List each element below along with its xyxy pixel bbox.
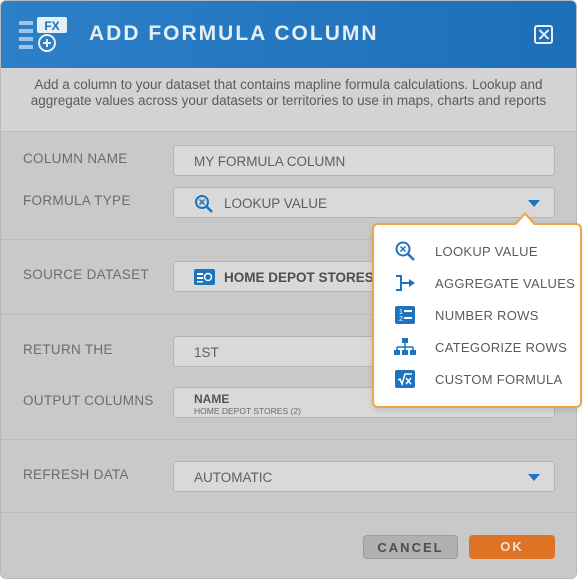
svg-text:2: 2 — [399, 316, 403, 323]
lookup-icon — [195, 195, 213, 213]
column-name-value: MY FORMULA COLUMN — [194, 154, 346, 169]
output-column-name: NAME — [194, 392, 230, 406]
menu-item-label: AGGREGATE VALUES — [435, 276, 576, 291]
menu-item-lookup-value[interactable]: LOOKUP VALUE — [374, 235, 580, 267]
source-dataset-value: HOME DEPOT STORES — [224, 270, 374, 285]
dialog-header: FX ADD FORMULA COLUMN — [1, 1, 576, 68]
dialog-title: ADD FORMULA COLUMN — [89, 22, 379, 45]
formula-type-value: LOOKUP VALUE — [224, 196, 328, 211]
logo-text: FX — [44, 19, 59, 33]
dataset-icon — [194, 269, 215, 285]
formula-column-logo-icon: FX — [19, 17, 67, 52]
menu-item-label: CUSTOM FORMULA — [435, 372, 563, 387]
custom-formula-icon — [395, 370, 415, 388]
menu-item-label: LOOKUP VALUE — [435, 244, 538, 259]
menu-item-custom-formula[interactable]: CUSTOM FORMULA — [374, 363, 580, 395]
formula-type-menu: LOOKUP VALUE AGGREGATE VALUES 1 2 NUMBER… — [372, 223, 582, 408]
menu-item-categorize-rows[interactable]: CATEGORIZE ROWS — [374, 331, 580, 363]
aggregate-icon — [396, 275, 415, 291]
categorize-icon — [394, 338, 416, 355]
svg-text:1: 1 — [399, 309, 403, 316]
ok-button[interactable]: OK — [469, 535, 555, 559]
number-rows-icon: 1 2 — [395, 306, 415, 324]
return-the-value: 1ST — [194, 345, 219, 360]
column-name-label: COLUMN NAME — [23, 151, 128, 166]
menu-item-label: NUMBER ROWS — [435, 308, 539, 323]
refresh-data-label: REFRESH DATA — [23, 467, 129, 482]
menu-pointer-inner — [516, 215, 534, 225]
formula-type-select[interactable]: LOOKUP VALUE — [173, 187, 555, 218]
refresh-data-value: AUTOMATIC — [194, 470, 273, 485]
formula-type-label: FORMULA TYPE — [23, 193, 131, 208]
refresh-section: REFRESH DATA AUTOMATIC — [1, 440, 576, 513]
dialog-footer: CANCEL OK — [1, 513, 576, 578]
output-column-source: HOME DEPOT STORES (2) — [194, 406, 301, 416]
dialog-description: Add a column to your dataset that contai… — [1, 68, 576, 132]
column-name-input[interactable]: MY FORMULA COLUMN — [173, 145, 555, 176]
close-icon[interactable] — [534, 25, 553, 44]
source-dataset-label: SOURCE DATASET — [23, 267, 149, 282]
menu-item-label: CATEGORIZE ROWS — [435, 340, 568, 355]
chevron-down-icon — [528, 200, 540, 207]
cancel-button[interactable]: CANCEL — [363, 535, 458, 559]
output-columns-label: OUTPUT COLUMNS — [23, 393, 154, 408]
lookup-icon — [395, 241, 415, 261]
refresh-data-select[interactable]: AUTOMATIC — [173, 461, 555, 492]
menu-item-number-rows[interactable]: 1 2 NUMBER ROWS — [374, 299, 580, 331]
chevron-down-icon — [528, 474, 540, 481]
menu-item-aggregate-values[interactable]: AGGREGATE VALUES — [374, 267, 580, 299]
return-the-label: RETURN THE — [23, 342, 113, 357]
